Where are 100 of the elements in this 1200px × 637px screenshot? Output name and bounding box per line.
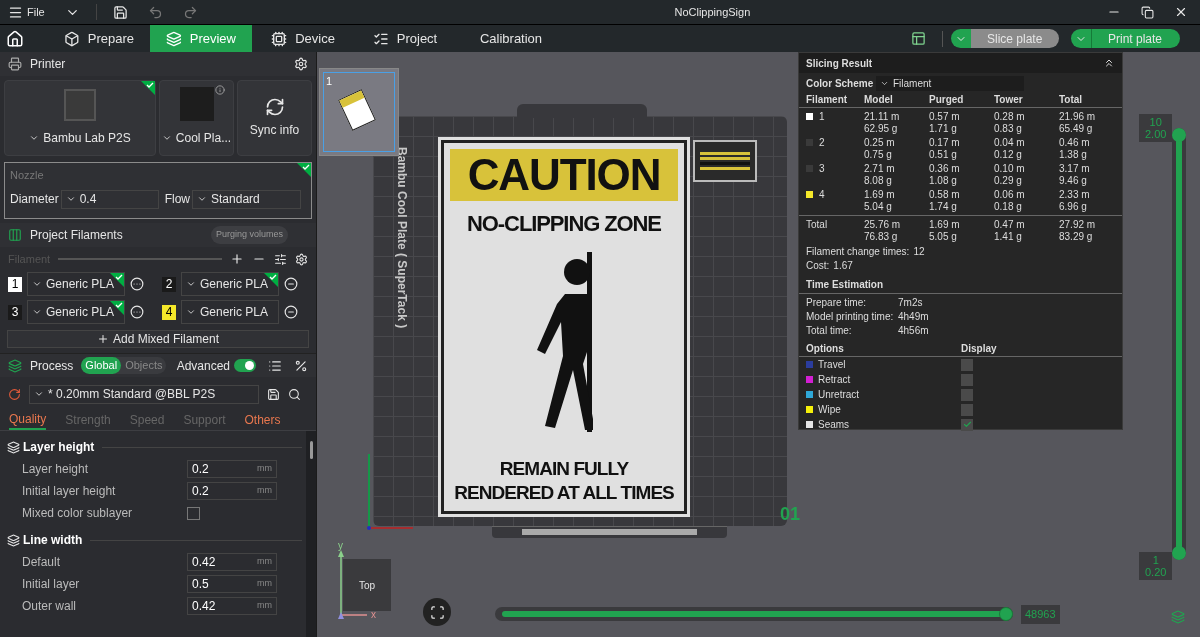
- chevron-down-icon: [197, 194, 208, 204]
- checkbox[interactable]: [187, 506, 200, 520]
- remove-circle-icon[interactable]: [284, 305, 298, 319]
- list-icon[interactable]: [268, 358, 282, 373]
- table-cell-text: 3.17 m 9.46 g: [1059, 163, 1091, 186]
- table-cell-text: 25.76 m 76.83 g: [864, 219, 902, 242]
- advanced-toggle[interactable]: [234, 359, 256, 372]
- menu-button[interactable]: File: [8, 3, 45, 21]
- settings-tab[interactable]: Others: [244, 409, 281, 430]
- display-checkbox[interactable]: [961, 358, 973, 371]
- table-cell-text: 2.33 m 6.96 g: [1059, 189, 1091, 212]
- axis-label: x: [371, 608, 376, 622]
- option-label: Travel: [818, 358, 847, 372]
- search-icon[interactable]: [288, 387, 301, 401]
- display-checkbox[interactable]: [961, 373, 973, 386]
- plate-thumbnail[interactable]: 1: [319, 68, 399, 156]
- add-icon[interactable]: [230, 252, 244, 266]
- plate-card[interactable]: Cool Pla...: [159, 80, 234, 156]
- time-value: 4h49m: [898, 310, 929, 324]
- table-cell-text: 0.04 m 0.12 g: [994, 137, 1026, 160]
- number-field[interactable]: 0.5 mm: [187, 575, 277, 593]
- layer-upper-thumb[interactable]: [1172, 128, 1186, 142]
- display-checkbox[interactable]: [961, 388, 973, 401]
- table-cell-text: 1.69 m 5.04 g: [864, 189, 896, 212]
- more-circle-icon[interactable]: [130, 277, 144, 291]
- preset-dropdown[interactable]: * 0.20mm Standard @BBL P2S: [29, 384, 259, 404]
- material-dropdown[interactable]: Generic PLA: [181, 272, 279, 296]
- display-checkbox[interactable]: [961, 403, 973, 416]
- number-field[interactable]: 0.42 mm: [187, 597, 277, 615]
- table-cell-text: 2.71 m 8.08 g: [864, 163, 896, 186]
- plate-image: [179, 87, 214, 121]
- table-cell-text: 0.58 m 1.74 g: [929, 189, 961, 212]
- nav-tab[interactable]: Project: [354, 25, 456, 52]
- sign-headline: CAUTION: [467, 153, 661, 197]
- flow-dropdown[interactable]: Standard: [192, 189, 302, 209]
- material-dropdown[interactable]: Generic PLA: [27, 300, 125, 324]
- group-title: Line width: [23, 532, 83, 549]
- sync-info-button[interactable]: Sync info: [237, 80, 312, 156]
- chevron-down-icon: [32, 307, 42, 317]
- diameter-dropdown[interactable]: 0.4: [60, 189, 159, 209]
- layout-icon[interactable]: [911, 31, 926, 46]
- color-scheme-dropdown[interactable]: Filament: [876, 75, 1024, 91]
- option-label: Seams: [818, 418, 851, 432]
- undo-icon[interactable]: [147, 4, 163, 20]
- plate-number: 1: [326, 74, 333, 89]
- purging-volumes-button[interactable]: Purging volumes: [210, 226, 288, 244]
- nav-tab[interactable]: Calibration: [456, 25, 558, 52]
- sign-footer-line: REMAIN FULLY: [499, 457, 629, 481]
- table-cell: 3: [819, 163, 825, 175]
- nav-tab[interactable]: Device: [252, 25, 354, 52]
- column-header: Filament: [806, 93, 849, 106]
- column-header: Options: [806, 342, 845, 356]
- add-mixed-filament-button[interactable]: Add Mixed Filament: [7, 330, 309, 348]
- sync-icon: [264, 97, 285, 117]
- collapse-icon[interactable]: [1103, 57, 1115, 69]
- redo-icon[interactable]: [182, 4, 198, 20]
- filament-spool-icon: [8, 228, 22, 242]
- display-checkbox[interactable]: [961, 418, 973, 431]
- layer-slider-track[interactable]: [1172, 128, 1186, 560]
- layers-icon: [166, 30, 182, 47]
- material-dropdown[interactable]: Generic PLA: [181, 300, 279, 324]
- settings-tab[interactable]: Quality: [9, 409, 47, 430]
- scrollbar[interactable]: [306, 431, 316, 637]
- reset-icon[interactable]: [8, 387, 21, 401]
- sync-corner-icon: [297, 163, 311, 177]
- number-field[interactable]: 0.42 mm: [187, 553, 277, 571]
- move-slider-track[interactable]: [495, 607, 1013, 621]
- save-icon[interactable]: [112, 4, 128, 20]
- material-dropdown[interactable]: Generic PLA: [27, 272, 125, 296]
- filament-number: 2: [162, 276, 176, 292]
- setting-label: Layer height: [22, 461, 90, 478]
- color-scheme-label: Color Scheme: [806, 76, 875, 91]
- home-icon[interactable]: [6, 29, 24, 48]
- restore-icon[interactable]: [1141, 5, 1154, 19]
- save-icon[interactable]: [267, 387, 280, 401]
- info-icon[interactable]: [215, 85, 225, 95]
- printer-card[interactable]: Bambu Lab P2S: [4, 80, 156, 156]
- option-label: Unretract: [818, 388, 861, 402]
- add-icon: [96, 333, 109, 345]
- view-cube[interactable]: Top: [343, 559, 391, 611]
- section-icon: [7, 440, 20, 454]
- stat-label: Cost:: [806, 259, 830, 273]
- nav-tab[interactable]: Prepare: [48, 25, 150, 52]
- filament-number: 1: [8, 276, 22, 292]
- number-field[interactable]: 0.2 mm: [187, 482, 277, 500]
- move-slider-thumb[interactable]: [999, 607, 1013, 621]
- layer-lower-thumb[interactable]: [1172, 546, 1186, 560]
- move-slider-reading: 48963: [1021, 605, 1060, 624]
- layers-icon: [8, 358, 22, 373]
- option-label: Wipe: [818, 403, 842, 417]
- fit-view-button[interactable]: [423, 598, 451, 626]
- number-field[interactable]: 0.2 mm: [187, 460, 277, 478]
- nozzle-title: Nozzle: [10, 168, 45, 183]
- more-circle-icon[interactable]: [130, 305, 144, 319]
- close-icon[interactable]: [1174, 5, 1188, 19]
- table-cell-text: 0.10 m 0.29 g: [994, 163, 1026, 186]
- settings-icon[interactable]: [294, 57, 308, 71]
- section-title: Time Estimation: [806, 279, 884, 290]
- settings-icon[interactable]: [295, 252, 308, 266]
- remove-circle-icon[interactable]: [284, 277, 298, 291]
